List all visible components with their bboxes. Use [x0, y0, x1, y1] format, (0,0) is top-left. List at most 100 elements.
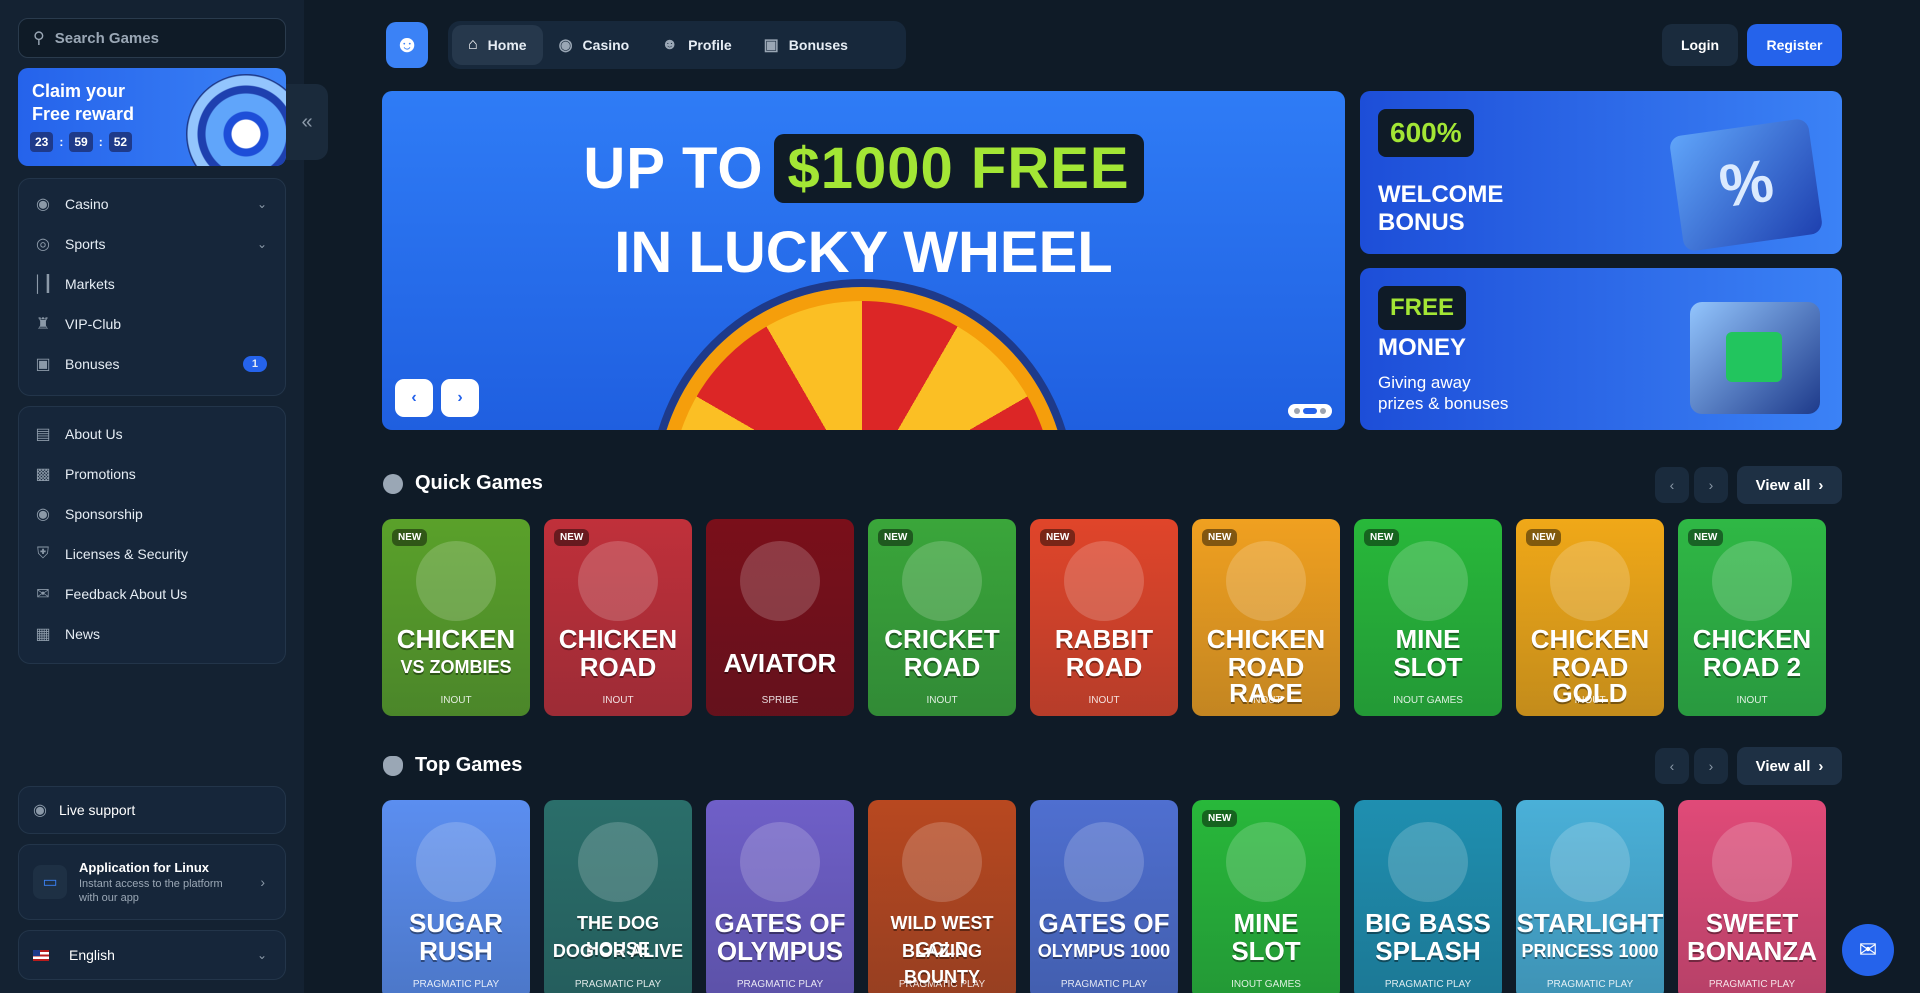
carousel-dot[interactable] — [1294, 408, 1300, 414]
collapse-sidebar-button[interactable]: « — [286, 84, 328, 160]
login-button[interactable]: Login — [1662, 24, 1738, 66]
bonuses-count-badge: 1 — [242, 356, 267, 372]
game-title-line1: MINE — [1395, 624, 1461, 654]
tab-profile[interactable]: ☻ Profile — [645, 25, 747, 65]
timer-seconds: 52 — [108, 132, 133, 152]
game-artwork — [1064, 822, 1144, 902]
live-support-button[interactable]: ◉ Live support — [18, 786, 286, 834]
new-badge: NEW — [878, 529, 914, 546]
tab-casino[interactable]: ◉ Casino — [543, 25, 646, 65]
top-games-view-all-button[interactable]: View all › — [1737, 747, 1842, 785]
quick-games-view-all-button[interactable]: View all › — [1737, 466, 1842, 504]
game-card[interactable]: NEW RABBIT ROAD INOUT — [1030, 519, 1178, 716]
search-placeholder: Search Games — [54, 29, 159, 47]
free-reward-banner[interactable]: Claim your Free reward 23 : 59 : 52 — [18, 68, 286, 166]
welcome-bonus-banner[interactable]: 600% WELCOME BONUS % — [1360, 91, 1842, 254]
top-navigation: ⌂ Home ◉ Casino ☻ Profile ▣ Bonuses — [448, 21, 906, 69]
reward-title-line2: Free reward — [32, 104, 135, 124]
game-provider: PRAGMATIC PLAY — [574, 979, 662, 990]
sidebar-item-feedback[interactable]: ✉ Feedback About Us — [19, 574, 285, 614]
sidebar-item-licenses[interactable]: ⛨ Licenses & Security — [19, 534, 285, 574]
game-card[interactable]: THE DOG HOUSE DOG OR ALIVE PRAGMATIC PLAY — [544, 800, 692, 993]
user-icon: ☻ — [661, 36, 679, 53]
sidebar-item-label: Feedback About Us — [65, 586, 188, 602]
sidebar-item-vip-club[interactable]: ♜ VIP-Club — [19, 304, 285, 344]
tab-label: Casino — [582, 37, 630, 53]
new-badge: NEW — [1688, 529, 1724, 546]
game-title-line2: OLYMPUS — [716, 936, 844, 966]
us-flag-icon — [33, 949, 49, 961]
game-card[interactable]: NEW CRICKET ROAD INOUT — [868, 519, 1016, 716]
hero-prev-button[interactable]: ‹ — [395, 379, 433, 417]
game-title-line2: SLOT — [1231, 936, 1301, 966]
game-card[interactable]: NEW CHICKEN VS ZOMBIES INOUT — [382, 519, 530, 716]
game-title-line1: GATES OF — [714, 908, 846, 938]
game-card[interactable]: NEW CHICKEN ROAD 2 INOUT — [1678, 519, 1826, 716]
game-card[interactable]: GATES OF OLYMPUS PRAGMATIC PLAY — [706, 800, 854, 993]
game-card[interactable]: WILD WEST GOLD BLAZING BOUNTY PRAGMATIC PL… — [868, 800, 1016, 993]
sidebar-item-promotions[interactable]: ▩ Promotions — [19, 454, 285, 494]
gift-icon: ▣ — [35, 356, 51, 373]
tab-home[interactable]: ⌂ Home — [452, 25, 543, 65]
game-artwork — [1550, 822, 1630, 902]
sidebar-item-sports[interactable]: ◎ Sports ⌄ — [19, 224, 285, 264]
hero-banner[interactable]: UP TO $1000 FREE IN LUCKY WHEEL ‹ › — [382, 91, 1345, 430]
sidebar-item-casino[interactable]: ◉ Casino ⌄ — [19, 184, 285, 224]
top-games-prev-button[interactable]: ‹ — [1655, 748, 1689, 784]
site-logo[interactable]: ☻ — [386, 22, 428, 68]
candlestick-icon: │┃ — [33, 276, 53, 293]
sidebar-item-label: Promotions — [65, 466, 136, 482]
game-card[interactable]: BIG BASS SPLASH PRAGMATIC PLAY — [1354, 800, 1502, 993]
free-money-title: MONEY — [1378, 334, 1467, 361]
chevron-right-icon: › — [1708, 477, 1714, 493]
new-badge: NEW — [554, 529, 590, 546]
quick-games-prev-button[interactable]: ‹ — [1655, 467, 1689, 503]
hero-next-button[interactable]: › — [441, 379, 479, 417]
top-games-next-button[interactable]: › — [1694, 748, 1728, 784]
sidebar-item-news[interactable]: ▦ News — [19, 614, 285, 654]
sponsor-icon: ◉ — [36, 506, 50, 523]
live-support-label: Live support — [58, 802, 136, 818]
live-chat-button[interactable]: ✉ — [1842, 924, 1894, 976]
linux-app-banner[interactable]: ▭ Application for Linux Instant access t… — [18, 844, 286, 920]
game-artwork — [1388, 822, 1468, 902]
search-input[interactable]: ⚲ Search Games — [18, 18, 286, 58]
carousel-dot-active[interactable] — [1303, 408, 1317, 414]
game-card[interactable]: SWEET BONANZA PRAGMATIC PLAY — [1678, 800, 1826, 993]
game-card[interactable]: SUGAR RUSH PRAGMATIC PLAY — [382, 800, 530, 993]
app-text: Application for Linux Instant access to … — [79, 860, 223, 905]
reward-title-line1: Claim your — [32, 81, 126, 101]
game-title-line2: OLYMPUS 1000 — [1037, 941, 1171, 961]
timer-minutes: 59 — [69, 132, 93, 152]
game-card[interactable]: NEW MINE SLOT INOUT GAMES — [1354, 519, 1502, 716]
sidebar-item-about-us[interactable]: ▤ About Us — [19, 414, 285, 454]
game-card[interactable]: NEW CHICKEN ROAD RACE INOUT — [1192, 519, 1340, 716]
carousel-dot[interactable] — [1320, 408, 1326, 414]
game-card[interactable]: AVIATOR SPRIBE — [706, 519, 854, 716]
game-provider: PRAGMATIC PLAY — [412, 979, 500, 990]
home-icon: ⌂ — [468, 36, 478, 53]
game-card[interactable]: STARLIGHT PRINCESS 1000 PRAGMATIC PLAY — [1516, 800, 1664, 993]
game-card[interactable]: NEW CHICKEN ROAD INOUT — [544, 519, 692, 716]
game-card[interactable]: NEW MINE SLOT INOUT GAMES — [1192, 800, 1340, 993]
promo-icon: ▩ — [35, 466, 51, 483]
game-card[interactable]: NEW CHICKEN ROAD GOLD INOUT — [1516, 519, 1664, 716]
game-artwork — [902, 541, 982, 621]
game-provider: PRAGMATIC PLAY — [1546, 979, 1634, 990]
quick-games-next-button[interactable]: › — [1694, 467, 1728, 503]
sidebar-item-sponsorship[interactable]: ◉ Sponsorship — [19, 494, 285, 534]
chevron-left-icon: ‹ — [411, 389, 417, 406]
language-selector[interactable]: English ⌄ — [18, 930, 286, 980]
sidebar-item-bonuses[interactable]: ▣ Bonuses 1 — [19, 344, 285, 384]
game-artwork — [578, 541, 658, 621]
casino-chip-icon: ◉ — [558, 37, 573, 54]
tab-bonuses[interactable]: ▣ Bonuses — [748, 25, 864, 65]
free-money-banner[interactable]: FREE MONEY Giving away prizes & bonuses — [1360, 268, 1842, 430]
game-card[interactable]: GATES OF OLYMPUS 1000 PRAGMATIC PLAY — [1030, 800, 1178, 993]
game-provider: PRAGMATIC PLAY — [1384, 979, 1472, 990]
news-icon: ▦ — [35, 626, 51, 643]
free-money-subtitle: Giving away prizes & bonuses — [1378, 372, 1508, 414]
sidebar-item-label: Casino — [65, 196, 109, 212]
register-button[interactable]: Register — [1747, 24, 1842, 66]
sidebar-item-markets[interactable]: │┃ Markets — [19, 264, 285, 304]
